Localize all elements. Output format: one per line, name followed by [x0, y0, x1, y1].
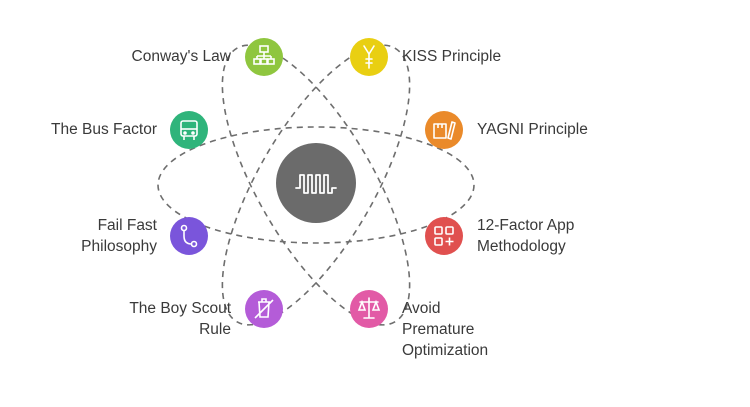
orbit-diagram — [157, 38, 475, 328]
label-premature-optimization: Avoid Premature Optimization — [402, 300, 489, 359]
node-premature-optimization[interactable] — [350, 290, 388, 328]
label-conways-law: Conway's Law — [131, 48, 231, 65]
node-conways-law[interactable] — [245, 38, 283, 76]
node-bus-factor[interactable] — [170, 111, 208, 149]
node-circle — [170, 111, 208, 149]
label-bus-factor: The Bus Factor — [51, 121, 157, 138]
node-kiss-principle[interactable] — [350, 38, 388, 76]
node-fail-fast[interactable] — [170, 217, 208, 255]
node-circle — [425, 217, 463, 255]
node-yagni-principle[interactable] — [425, 111, 463, 149]
node-twelve-factor[interactable] — [425, 217, 463, 255]
label-fail-fast: Fail Fast Philosophy — [81, 217, 157, 255]
center-hub — [276, 143, 356, 223]
diagram-stage: Conway's Law KISS Principle The Bus Fact… — [0, 0, 750, 407]
node-circle — [425, 111, 463, 149]
node-boy-scout[interactable] — [245, 290, 283, 328]
label-twelve-factor: 12-Factor App Methodology — [477, 217, 575, 255]
label-boy-scout: The Boy Scout Rule — [129, 300, 231, 338]
label-kiss-principle: KISS Principle — [402, 48, 502, 65]
label-yagni-principle: YAGNI Principle — [477, 121, 588, 138]
node-circle — [170, 217, 208, 255]
